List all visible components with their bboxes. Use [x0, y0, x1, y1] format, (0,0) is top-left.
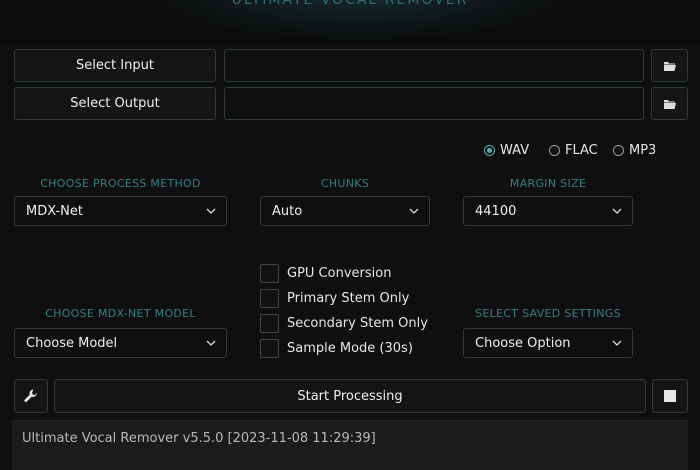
gpu-conversion-checkbox[interactable]: GPU Conversion	[260, 264, 391, 283]
radio-unselected-icon	[613, 145, 624, 156]
chevron-down-icon	[206, 340, 216, 346]
output-path-field[interactable]	[224, 87, 644, 120]
format-radio-mp3[interactable]: MP3	[613, 143, 656, 158]
chevron-down-icon	[206, 208, 216, 214]
process-method-value: MDX-Net	[26, 203, 83, 219]
stop-button[interactable]	[652, 379, 688, 413]
select-output-label: Select Output	[70, 96, 160, 111]
mdx-model-select[interactable]: Choose Model	[14, 328, 227, 358]
margin-size-label: MARGIN SIZE	[509, 177, 587, 190]
margin-size-value: 44100	[475, 203, 517, 219]
checkbox-box	[260, 289, 279, 308]
saved-settings-value: Choose Option	[475, 335, 571, 351]
mdx-model-value: Choose Model	[26, 335, 118, 351]
format-label-flac: FLAC	[565, 143, 598, 158]
process-method-select[interactable]: MDX-Net	[14, 196, 227, 226]
chevron-down-icon	[409, 208, 419, 214]
gpu-conversion-label: GPU Conversion	[287, 266, 392, 281]
radio-unselected-icon	[549, 145, 560, 156]
select-output-button[interactable]: Select Output	[14, 87, 216, 120]
chunks-value: Auto	[272, 203, 303, 219]
open-input-folder-button[interactable]	[651, 49, 688, 82]
chunks-label: CHUNKS	[320, 177, 370, 190]
format-label-mp3: MP3	[629, 143, 657, 158]
folder-icon	[663, 61, 676, 71]
margin-size-select[interactable]: 44100	[463, 196, 633, 226]
console-output: Ultimate Vocal Remover v5.5.0 [2023-11-0…	[12, 420, 688, 470]
chevron-down-icon	[612, 340, 622, 346]
wrench-icon	[24, 389, 37, 403]
input-path-field[interactable]	[224, 49, 644, 82]
checkbox-box	[260, 339, 279, 358]
secondary-stem-only-checkbox[interactable]: Secondary Stem Only	[260, 314, 428, 333]
start-processing-button[interactable]: Start Processing	[54, 379, 646, 413]
primary-stem-only-label: Primary Stem Only	[287, 291, 410, 306]
open-output-folder-button[interactable]	[651, 87, 688, 120]
sample-mode-checkbox[interactable]: Sample Mode (30s)	[260, 339, 413, 358]
format-radio-wav[interactable]: WAV	[484, 143, 529, 158]
saved-settings-select[interactable]: Choose Option	[463, 328, 633, 358]
primary-stem-only-checkbox[interactable]: Primary Stem Only	[260, 289, 409, 308]
app-title: ULTIMATE VOCAL REMOVER	[231, 0, 469, 8]
format-radio-flac[interactable]: FLAC	[549, 143, 598, 158]
mdx-model-label: CHOOSE MDX-NET MODEL	[45, 307, 196, 320]
select-input-button[interactable]: Select Input	[14, 49, 216, 82]
sample-mode-label: Sample Mode (30s)	[287, 341, 413, 356]
stop-icon	[664, 390, 676, 402]
chunks-select[interactable]: Auto	[260, 196, 430, 226]
radio-selected-icon	[484, 145, 495, 156]
start-processing-label: Start Processing	[297, 388, 403, 404]
console-text: Ultimate Vocal Remover v5.5.0 [2023-11-0…	[22, 431, 376, 446]
app-header: ULTIMATE VOCAL REMOVER	[0, 0, 700, 42]
secondary-stem-only-label: Secondary Stem Only	[287, 316, 428, 331]
select-input-label: Select Input	[76, 58, 154, 73]
process-method-label: CHOOSE PROCESS METHOD	[40, 177, 201, 190]
checkbox-box	[260, 314, 279, 333]
folder-icon	[663, 99, 676, 109]
settings-wrench-button[interactable]	[14, 379, 48, 413]
checkbox-box	[260, 264, 279, 283]
format-label-wav: WAV	[500, 143, 530, 158]
saved-settings-label: SELECT SAVED SETTINGS	[475, 307, 621, 320]
chevron-down-icon	[612, 208, 622, 214]
